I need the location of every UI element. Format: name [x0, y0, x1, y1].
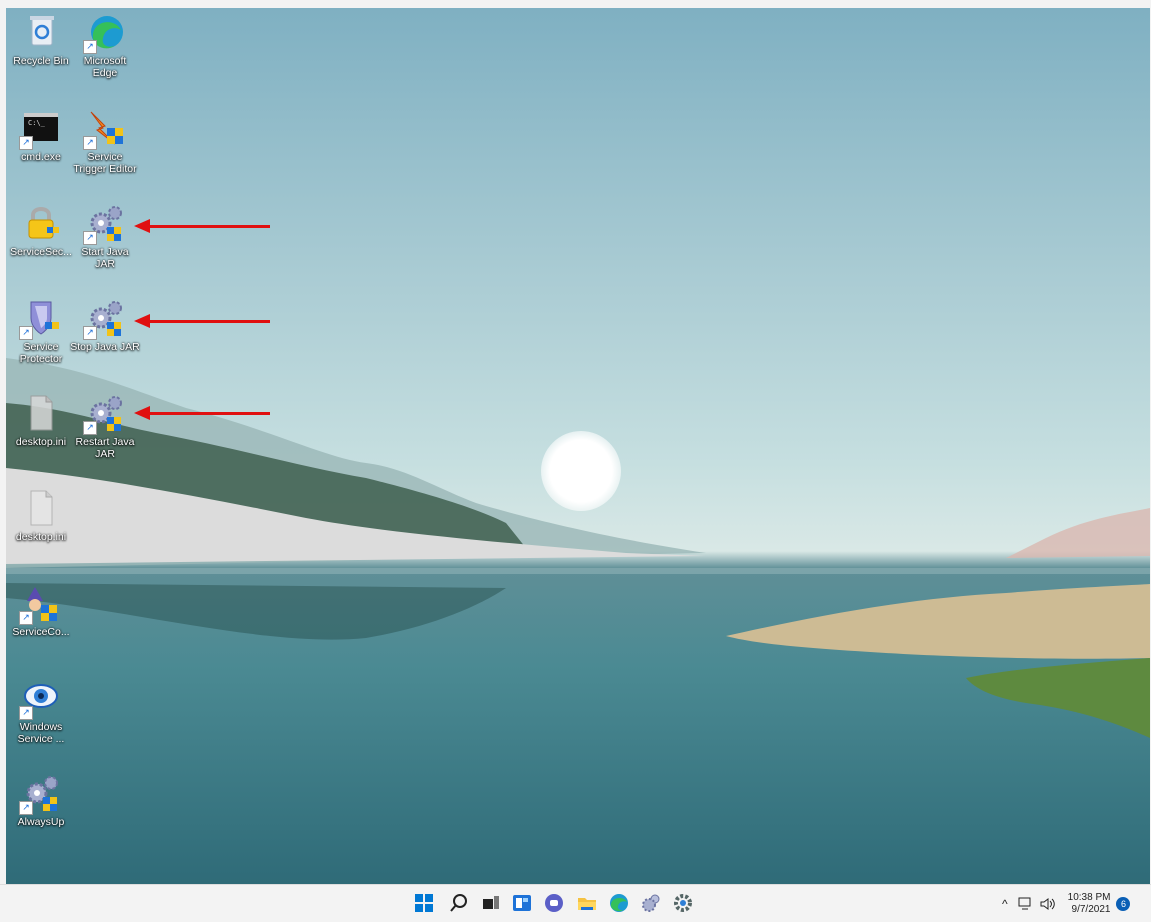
file-explorer-button[interactable]: [577, 893, 597, 913]
folder-icon: [578, 898, 596, 910]
desktop-wallpaper: Recycle Bin ↗ Microsoft Edge C:\_ ↗ cmd.…: [6, 8, 1150, 884]
notification-badge[interactable]: 6: [1116, 896, 1131, 911]
shortcut-arrow-icon: ↗: [83, 421, 97, 435]
edge-icon: [610, 894, 628, 912]
gears-icon: ↗: [19, 773, 61, 815]
shield-icon: ↗: [19, 298, 61, 340]
task-view-icon: [483, 896, 499, 909]
lock-icon: [21, 203, 61, 243]
file-icon: [21, 488, 61, 528]
desktop-icon-recycle-bin[interactable]: Recycle Bin: [6, 12, 76, 67]
eye-icon: ↗: [19, 678, 61, 720]
desktop-icon-service-protector[interactable]: ↗ Service Protector: [6, 298, 76, 365]
desktop-icon-label: Recycle Bin: [13, 55, 69, 67]
desktop-icon-label: Start Java JAR: [81, 246, 129, 270]
shortcut-arrow-icon: ↗: [83, 326, 97, 340]
desktop-icon-label: Windows Service ...: [17, 721, 65, 745]
edge-icon: ↗: [83, 12, 125, 54]
desktop-icon-label: Microsoft Edge: [83, 55, 127, 79]
shortcut-arrow-icon: ↗: [19, 706, 33, 720]
start-button[interactable]: [414, 893, 434, 913]
desktop-icon-label: desktop.ini: [15, 531, 67, 543]
desktop-icon-servicesec[interactable]: ServiceSec...: [6, 203, 76, 258]
recycle-bin-icon: [21, 12, 61, 52]
trigger-editor-icon: ↗: [83, 108, 125, 150]
desktop-icon-desktop-ini-2[interactable]: desktop.ini: [6, 488, 76, 543]
desktop-icon-label: cmd.exe: [21, 151, 61, 163]
edge-taskbar-button[interactable]: [609, 893, 629, 913]
desktop-icon-restart-java-jar[interactable]: ↗ Restart Java JAR: [70, 393, 140, 460]
desktop-icon-label: Service Trigger Editor: [73, 151, 137, 175]
teams-chat-button[interactable]: [544, 893, 564, 913]
annotation-arrow-restart: [134, 406, 270, 420]
taskbar: ^ 10:38 PM 9/7/2021 6: [0, 884, 1151, 922]
gear-icon: [674, 894, 692, 912]
desktop-icon-alwaysup[interactable]: ↗ AlwaysUp: [6, 773, 76, 828]
desktop-icon-start-java-jar[interactable]: ↗ Start Java JAR: [70, 203, 140, 270]
clock-date: 9/7/2021: [1071, 903, 1111, 915]
desktop-icon-label: ServiceSec...: [10, 246, 72, 258]
gears-icon: ↗: [83, 203, 125, 245]
clock-time: 10:38 PM: [1067, 891, 1111, 903]
shortcut-arrow-icon: ↗: [83, 136, 97, 150]
wizard-icon: ↗: [19, 583, 61, 625]
desktop-icon-label: AlwaysUp: [17, 816, 65, 828]
settings-taskbar-button[interactable]: [673, 893, 693, 913]
desktop-icon-stop-java-jar[interactable]: ↗ Stop Java JAR: [70, 298, 140, 353]
desktop-icon-serviceco[interactable]: ↗ ServiceCo...: [6, 583, 76, 638]
shortcut-arrow-icon: ↗: [83, 40, 97, 54]
shortcut-arrow-icon: ↗: [19, 611, 33, 625]
annotation-arrow-start: [134, 219, 270, 233]
search-icon: [450, 894, 467, 912]
desktop-icon-label: Restart Java JAR: [75, 436, 135, 460]
widgets-icon: [513, 895, 531, 911]
file-icon: [21, 393, 61, 433]
desktop-icon-label: ServiceCo...: [12, 626, 70, 638]
shortcut-arrow-icon: ↗: [83, 231, 97, 245]
alwaysup-taskbar-button[interactable]: [641, 893, 661, 913]
shortcut-arrow-icon: ↗: [19, 326, 33, 340]
widgets-button[interactable]: [512, 893, 532, 913]
svg-text:C:\_: C:\_: [28, 119, 46, 127]
network-icon[interactable]: [1018, 897, 1034, 911]
system-tray: ^ 10:38 PM 9/7/2021 6: [1002, 885, 1131, 922]
desktop-icon-label: desktop.ini: [15, 436, 67, 448]
gears-icon: [642, 894, 660, 912]
cmd-icon: C:\_ ↗: [19, 108, 61, 150]
desktop-icon-label: Stop Java JAR: [70, 341, 140, 353]
sun: [541, 431, 621, 511]
search-button[interactable]: [449, 893, 469, 913]
shortcut-arrow-icon: ↗: [19, 801, 33, 815]
annotation-arrow-stop: [134, 314, 270, 328]
shortcut-arrow-icon: ↗: [19, 136, 33, 150]
desktop-icon-windows-service[interactable]: ↗ Windows Service ...: [6, 678, 76, 745]
gears-icon: ↗: [83, 298, 125, 340]
desktop-icon-service-trigger-editor[interactable]: ↗ Service Trigger Editor: [70, 108, 140, 175]
tray-chevron-icon[interactable]: ^: [1002, 897, 1008, 911]
desktop-icon-label: Service Protector: [19, 341, 63, 365]
windows-start-icon: [415, 894, 433, 912]
desktop-icon-microsoft-edge[interactable]: ↗ Microsoft Edge: [70, 12, 140, 79]
chat-icon: [545, 894, 563, 912]
clock[interactable]: 10:38 PM 9/7/2021: [1068, 892, 1111, 916]
task-view-button[interactable]: [481, 893, 501, 913]
gears-icon: ↗: [83, 393, 125, 435]
desktop-icon-cmd[interactable]: C:\_ ↗ cmd.exe: [6, 108, 76, 163]
volume-icon[interactable]: [1040, 897, 1056, 911]
desktop-icon-desktop-ini[interactable]: desktop.ini: [6, 393, 76, 448]
